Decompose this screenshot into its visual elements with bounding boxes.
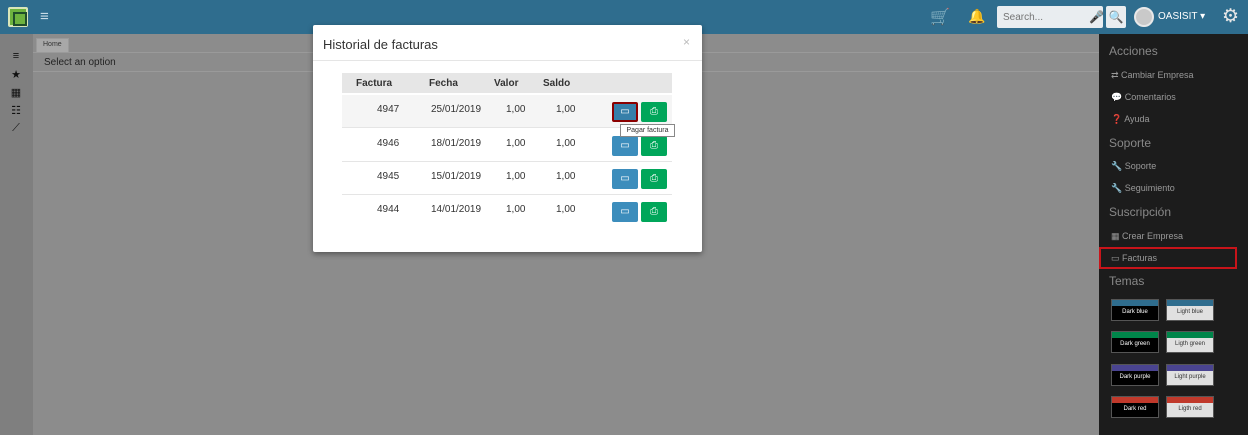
- search-input[interactable]: [1003, 10, 1073, 24]
- print-icon: ⎙: [650, 206, 658, 217]
- cart-icon[interactable]: 🛒: [930, 7, 950, 27]
- cell-valor: 1,00: [506, 204, 526, 215]
- credit-card-icon: ▭: [620, 206, 630, 217]
- cell-factura: 4945: [377, 171, 400, 182]
- print-icon: ⎙: [650, 173, 658, 184]
- cell-saldo: 1,00: [556, 171, 576, 182]
- sidebar-item-facturas[interactable]: ▭ Facturas: [1099, 247, 1237, 269]
- theme-label: Dark purple: [1119, 374, 1151, 380]
- theme-dark-red[interactable]: Dark red: [1111, 396, 1159, 418]
- print-icon: ⎙: [650, 106, 658, 117]
- app-logo[interactable]: [8, 7, 28, 27]
- theme-label: Dark red: [1123, 406, 1147, 412]
- theme-dark-purple[interactable]: Dark purple: [1111, 364, 1159, 386]
- invoice-history-modal: Historial de facturas × Factura Fecha Va…: [313, 25, 702, 252]
- theme-dark-blue[interactable]: Dark blue: [1111, 299, 1159, 321]
- pay-invoice-button[interactable]: ▭: [612, 169, 638, 189]
- sidebar-item-soporte[interactable]: 🔧 Soporte: [1111, 161, 1156, 172]
- column-header-factura: Factura: [356, 78, 393, 89]
- column-header-valor: Valor: [494, 78, 519, 89]
- cell-valor: 1,00: [506, 104, 526, 115]
- cell-fecha: 18/01/2019: [431, 138, 482, 149]
- credit-card-icon: ▭: [620, 140, 630, 151]
- print-invoice-button[interactable]: ⎙: [641, 102, 667, 122]
- print-invoice-button[interactable]: ⎙: [641, 202, 667, 222]
- theme-dark-green[interactable]: Dark green: [1111, 331, 1159, 353]
- close-icon[interactable]: ×: [683, 35, 690, 49]
- caret-down-icon: ▾: [1200, 11, 1206, 22]
- table-row: 4945 15/01/2019 1,00 1,00 ▭ ⎙: [342, 162, 672, 195]
- pay-invoice-button[interactable]: ▭: [612, 102, 638, 122]
- section-title-suscripcion: Suscripción: [1109, 205, 1172, 219]
- search-icon: 🔍: [1108, 10, 1124, 24]
- modal-divider: [313, 60, 702, 61]
- theme-light-red[interactable]: Ligth red: [1166, 396, 1214, 418]
- select-placeholder: Select an option: [44, 57, 116, 68]
- column-header-saldo: Saldo: [543, 78, 571, 89]
- theme-light-blue[interactable]: Light blue: [1166, 299, 1214, 321]
- cell-saldo: 1,00: [556, 138, 576, 149]
- credit-card-icon: ▭: [620, 173, 630, 184]
- calendar-icon[interactable]: ▦: [9, 86, 23, 99]
- cell-fecha: 15/01/2019: [431, 171, 482, 182]
- list-icon[interactable]: ≡: [9, 50, 23, 62]
- print-invoice-button[interactable]: ⎙: [641, 169, 667, 189]
- chart-line-icon[interactable]: ⟋: [9, 122, 23, 135]
- theme-label: Ligth green: [1174, 341, 1206, 347]
- theme-label: Light blue: [1176, 309, 1204, 315]
- search-button[interactable]: 🔍: [1106, 6, 1126, 28]
- pay-invoice-button[interactable]: ▭: [612, 136, 638, 156]
- theme-light-purple[interactable]: Light purple: [1166, 364, 1214, 386]
- section-title-soporte: Soporte: [1109, 136, 1152, 150]
- print-invoice-button[interactable]: ⎙: [641, 136, 667, 156]
- cell-factura: 4944: [377, 204, 400, 215]
- tasks-icon[interactable]: ☷: [9, 104, 23, 117]
- settings-gear-icon[interactable]: ⚙: [1222, 5, 1239, 28]
- menu-toggle-icon[interactable]: ≡: [40, 8, 49, 25]
- pay-invoice-button[interactable]: ▭: [612, 202, 638, 222]
- credit-card-icon: ▭: [620, 106, 630, 117]
- search-box: 🎤: [997, 6, 1104, 28]
- cell-valor: 1,00: [506, 138, 526, 149]
- microphone-icon[interactable]: 🎤: [1089, 10, 1104, 24]
- table-header: Factura Fecha Valor Saldo: [342, 73, 672, 93]
- cell-saldo: 1,00: [556, 204, 576, 215]
- cell-fecha: 14/01/2019: [431, 204, 482, 215]
- sidebar-item-crear-empresa[interactable]: ▦ Crear Empresa: [1111, 231, 1183, 242]
- sidebar-item-seguimiento[interactable]: 🔧 Seguimiento: [1111, 183, 1175, 194]
- cell-valor: 1,00: [506, 171, 526, 182]
- notifications-bell-icon[interactable]: 🔔: [968, 8, 985, 25]
- cell-factura: 4947: [377, 104, 400, 115]
- user-avatar[interactable]: [1134, 7, 1154, 27]
- theme-label: Light purple: [1174, 374, 1206, 380]
- sidebar-item-comentarios[interactable]: 💬 Comentarios: [1111, 92, 1176, 103]
- cell-fecha: 25/01/2019: [431, 104, 482, 115]
- print-icon: ⎙: [650, 140, 658, 151]
- cell-factura: 4946: [377, 138, 400, 149]
- star-icon[interactable]: ★: [9, 68, 23, 81]
- user-name: OASISIT: [1158, 11, 1198, 22]
- section-title-temas: Temas: [1109, 274, 1145, 288]
- theme-label: Ligth red: [1178, 406, 1202, 412]
- theme-label: Dark green: [1120, 341, 1150, 347]
- section-title-acciones: Acciones: [1109, 44, 1158, 58]
- sidebar-item-ayuda[interactable]: ❓ Ayuda: [1111, 114, 1150, 125]
- tab-home[interactable]: Home: [36, 38, 69, 52]
- right-sidebar: Acciones ⇄ Cambiar Empresa 💬 Comentarios…: [1099, 34, 1248, 435]
- cell-saldo: 1,00: [556, 104, 576, 115]
- user-menu[interactable]: OASISIT ▾: [1158, 11, 1205, 22]
- theme-light-green[interactable]: Ligth green: [1166, 331, 1214, 353]
- sidebar-item-cambiar-empresa[interactable]: ⇄ Cambiar Empresa: [1111, 70, 1194, 81]
- pay-invoice-tooltip: Pagar factura: [620, 124, 675, 137]
- theme-label: Dark blue: [1122, 309, 1148, 315]
- modal-title: Historial de facturas: [323, 37, 438, 52]
- column-header-fecha: Fecha: [429, 78, 458, 89]
- table-row: 4944 14/01/2019 1,00 1,00 ▭ ⎙: [342, 195, 672, 228]
- left-sidebar: ≡ ★ ▦ ☷ ⟋: [0, 34, 33, 435]
